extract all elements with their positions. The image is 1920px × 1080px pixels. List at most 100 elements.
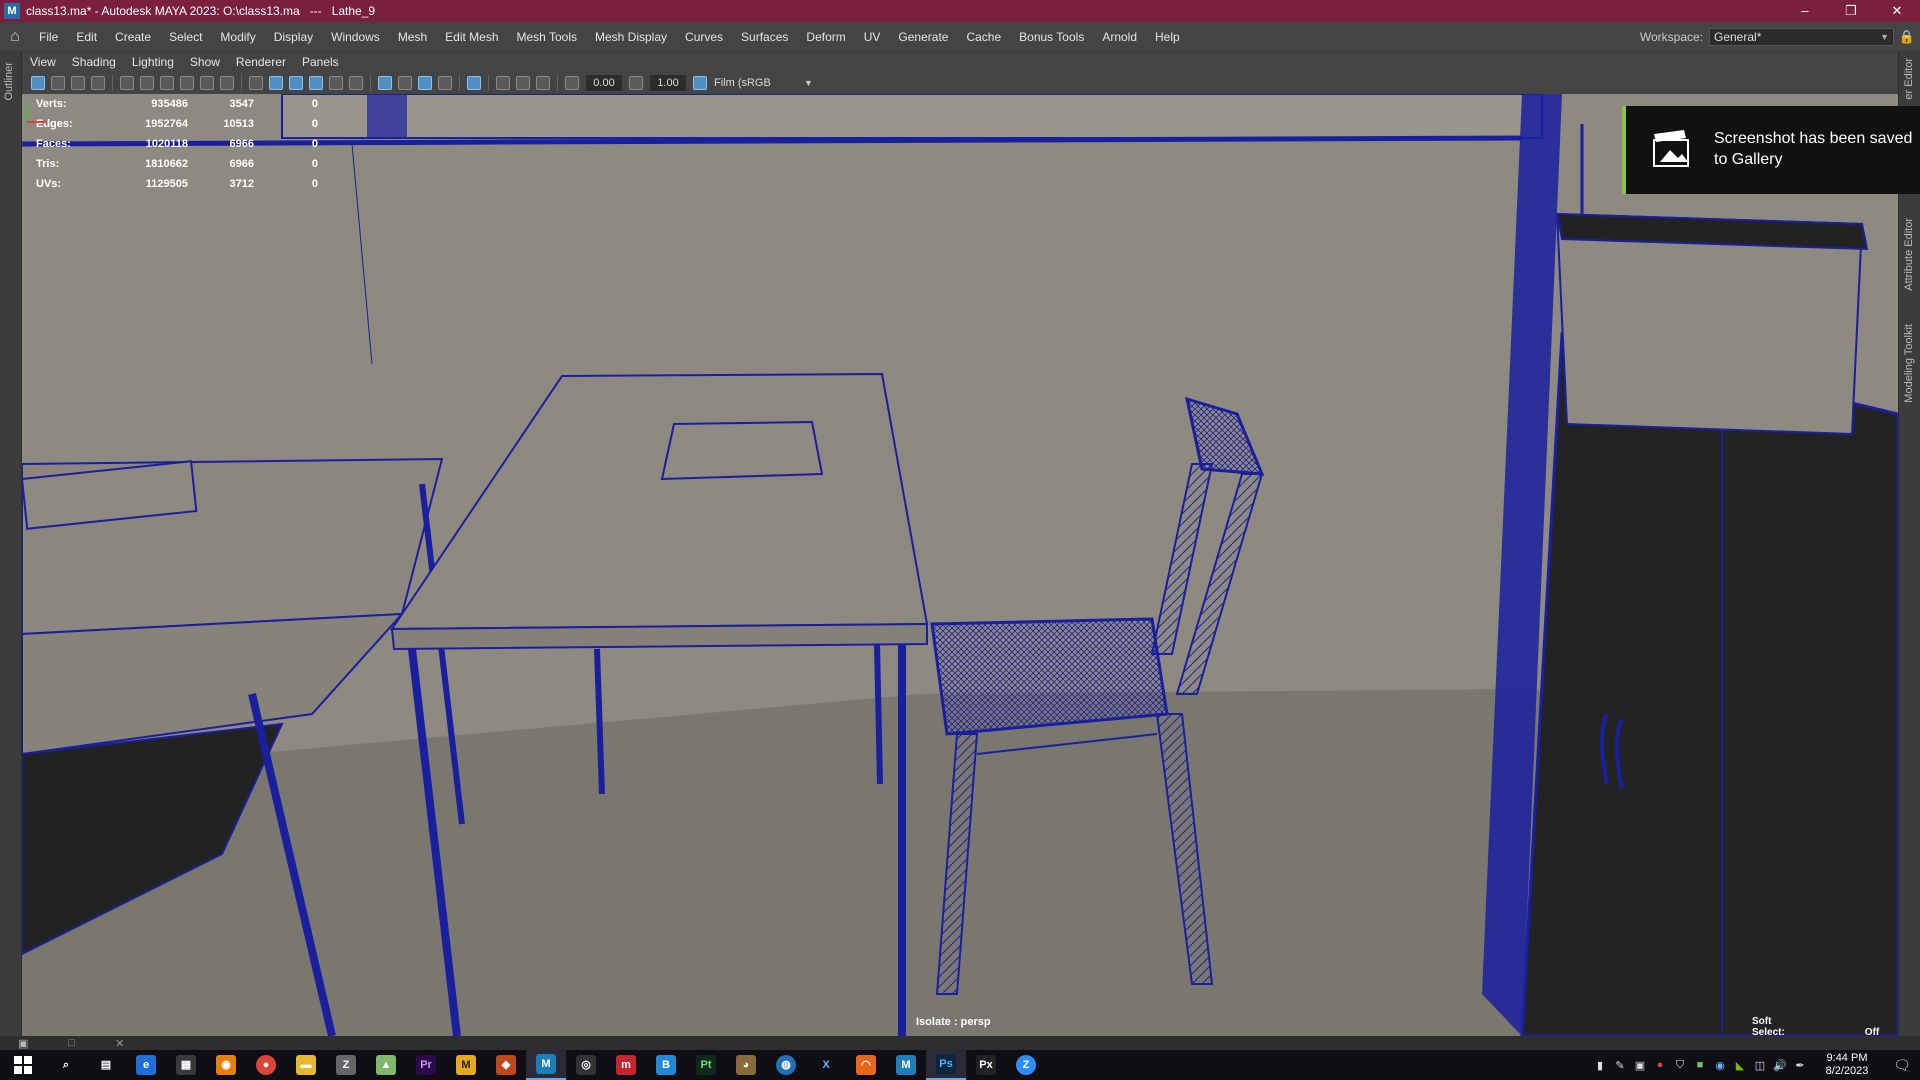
motion-blur-icon[interactable] <box>496 76 510 90</box>
view-transform-dropdown[interactable]: Film (sRGB <box>714 77 804 89</box>
shadows-icon[interactable] <box>349 76 363 90</box>
chevron-down-icon[interactable]: ▼ <box>804 78 813 88</box>
maya2-icon[interactable]: M <box>886 1050 926 1080</box>
minimize-button[interactable]: – <box>1782 0 1828 22</box>
lock-icon[interactable]: 🔒 <box>1894 29 1920 45</box>
menu-help[interactable]: Help <box>1146 30 1189 44</box>
menu-select[interactable]: Select <box>160 30 211 44</box>
houdini-icon[interactable]: ◠ <box>846 1050 886 1080</box>
menu-generate[interactable]: Generate <box>889 30 957 44</box>
isolate-select-icon[interactable] <box>438 76 452 90</box>
image-plane-icon[interactable] <box>91 76 105 90</box>
gamma-icon[interactable] <box>629 76 643 90</box>
search-icon[interactable]: ⌕ <box>46 1050 86 1080</box>
zbrush-icon[interactable]: Z <box>326 1050 366 1080</box>
panel-menu-renderer[interactable]: Renderer <box>228 55 294 69</box>
xray-components-icon[interactable] <box>418 76 432 90</box>
menu-windows[interactable]: Windows <box>322 30 389 44</box>
grid-icon[interactable] <box>120 76 134 90</box>
tray-green-icon[interactable]: ■ <box>1691 1059 1709 1071</box>
menu-display[interactable]: Display <box>265 30 322 44</box>
explorer-icon[interactable]: ▬ <box>286 1050 326 1080</box>
shield-icon[interactable]: ⛉ <box>1671 1059 1689 1072</box>
menu-file[interactable]: File <box>30 30 67 44</box>
tray-blue-icon[interactable]: ◉ <box>1711 1059 1729 1072</box>
close-button[interactable]: ✕ <box>1874 0 1920 22</box>
tray-red-icon[interactable]: ● <box>1651 1059 1669 1071</box>
windows-start-icon[interactable] <box>0 1050 46 1080</box>
restore-panel-icon[interactable]: □ <box>68 1037 75 1049</box>
zoom-icon[interactable]: Z <box>1006 1050 1046 1080</box>
edge-icon[interactable]: e <box>126 1050 166 1080</box>
menu-modify[interactable]: Modify <box>211 30 264 44</box>
attribute-editor-tab[interactable]: Attribute Editor <box>1903 218 1915 291</box>
restore-button[interactable]: ❐ <box>1828 0 1874 22</box>
menu-arnold[interactable]: Arnold <box>1093 30 1146 44</box>
nvidia-icon[interactable]: ◣ <box>1731 1059 1749 1072</box>
panel-menu-view[interactable]: View <box>22 55 64 69</box>
px-icon[interactable]: Px <box>966 1050 1006 1080</box>
menu-bonus-tools[interactable]: Bonus Tools <box>1010 30 1093 44</box>
pen-icon[interactable]: ✎ <box>1611 1059 1629 1072</box>
marmoset-icon[interactable]: M <box>446 1050 486 1080</box>
viewport-persp[interactable]: Verts: 935486 3547 0 Edges: 1952764 1051… <box>22 94 1898 1036</box>
color-management-icon[interactable] <box>693 76 707 90</box>
panel-menu-shading[interactable]: Shading <box>64 55 124 69</box>
ambient-occlusion-icon[interactable] <box>467 76 481 90</box>
mudbox-icon[interactable]: m <box>606 1050 646 1080</box>
wireframe-icon[interactable] <box>249 76 263 90</box>
home-icon[interactable]: ⌂ <box>0 28 30 46</box>
chrome-icon[interactable]: ● <box>246 1050 286 1080</box>
panel-menu-lighting[interactable]: Lighting <box>124 55 182 69</box>
menu-mesh-tools[interactable]: Mesh Tools <box>508 30 586 44</box>
smooth-shade-icon[interactable] <box>269 76 283 90</box>
panel-menu-panels[interactable]: Panels <box>294 55 347 69</box>
exposure-field[interactable]: 0.00 <box>586 75 622 91</box>
modeling-toolkit-tab[interactable]: Modeling Toolkit <box>1903 324 1915 403</box>
wireframe-on-shaded-icon[interactable] <box>289 76 303 90</box>
pen-input-icon[interactable]: ✒ <box>1791 1059 1809 1072</box>
menu-cache[interactable]: Cache <box>957 30 1010 44</box>
outliner-tab[interactable]: Outliner <box>3 62 15 101</box>
vpn-icon[interactable]: ◎ <box>566 1050 606 1080</box>
xray-joints-icon[interactable] <box>398 76 412 90</box>
maya-panel-icon[interactable]: ▣ <box>18 1037 28 1050</box>
camera-attributes-icon[interactable] <box>51 76 65 90</box>
gamma-field[interactable]: 1.00 <box>650 75 686 91</box>
pt-icon[interactable]: Pt <box>686 1050 726 1080</box>
tray-app-icon[interactable]: ▣ <box>1631 1059 1649 1072</box>
channel-editor-tab[interactable]: er Editor <box>1903 58 1915 100</box>
workspace-dropdown[interactable]: General* <box>1709 28 1894 46</box>
xray-icon[interactable] <box>378 76 392 90</box>
menu-mesh[interactable]: Mesh <box>389 30 436 44</box>
film-gate-icon[interactable] <box>140 76 154 90</box>
gate-mask-icon[interactable] <box>180 76 194 90</box>
screenshot-toast[interactable]: Screenshot has been saved to Gallery <box>1622 106 1920 194</box>
steam-icon[interactable]: ◍ <box>766 1050 806 1080</box>
b-icon[interactable]: B <box>646 1050 686 1080</box>
menu-deform[interactable]: Deform <box>797 30 854 44</box>
menu-mesh-display[interactable]: Mesh Display <box>586 30 676 44</box>
app-icon[interactable]: ▲ <box>366 1050 406 1080</box>
bookmark-icon[interactable] <box>71 76 85 90</box>
panel-menu-show[interactable]: Show <box>182 55 228 69</box>
network-icon[interactable]: ◫ <box>1751 1059 1769 1072</box>
premiere-icon[interactable]: Pr <box>406 1050 446 1080</box>
store-icon[interactable]: ▦ <box>166 1050 206 1080</box>
blender-icon[interactable]: ◉ <box>206 1050 246 1080</box>
resolution-gate-icon[interactable] <box>160 76 174 90</box>
x-icon[interactable]: X <box>806 1050 846 1080</box>
usb-icon[interactable]: ▮ <box>1591 1059 1609 1072</box>
photoshop-icon[interactable]: Ps <box>926 1050 966 1080</box>
task-view-icon[interactable]: ▤ <box>86 1050 126 1080</box>
menu-create[interactable]: Create <box>106 30 160 44</box>
menu-edit[interactable]: Edit <box>67 30 106 44</box>
maya-icon[interactable]: M <box>526 1050 566 1080</box>
notification-icon[interactable]: 🗨 <box>1884 1057 1920 1074</box>
use-all-lights-icon[interactable] <box>329 76 343 90</box>
exposure-icon[interactable] <box>565 76 579 90</box>
menu-surfaces[interactable]: Surfaces <box>732 30 797 44</box>
safe-action-icon[interactable] <box>220 76 234 90</box>
textured-icon[interactable] <box>309 76 323 90</box>
select-camera-icon[interactable] <box>31 76 45 90</box>
